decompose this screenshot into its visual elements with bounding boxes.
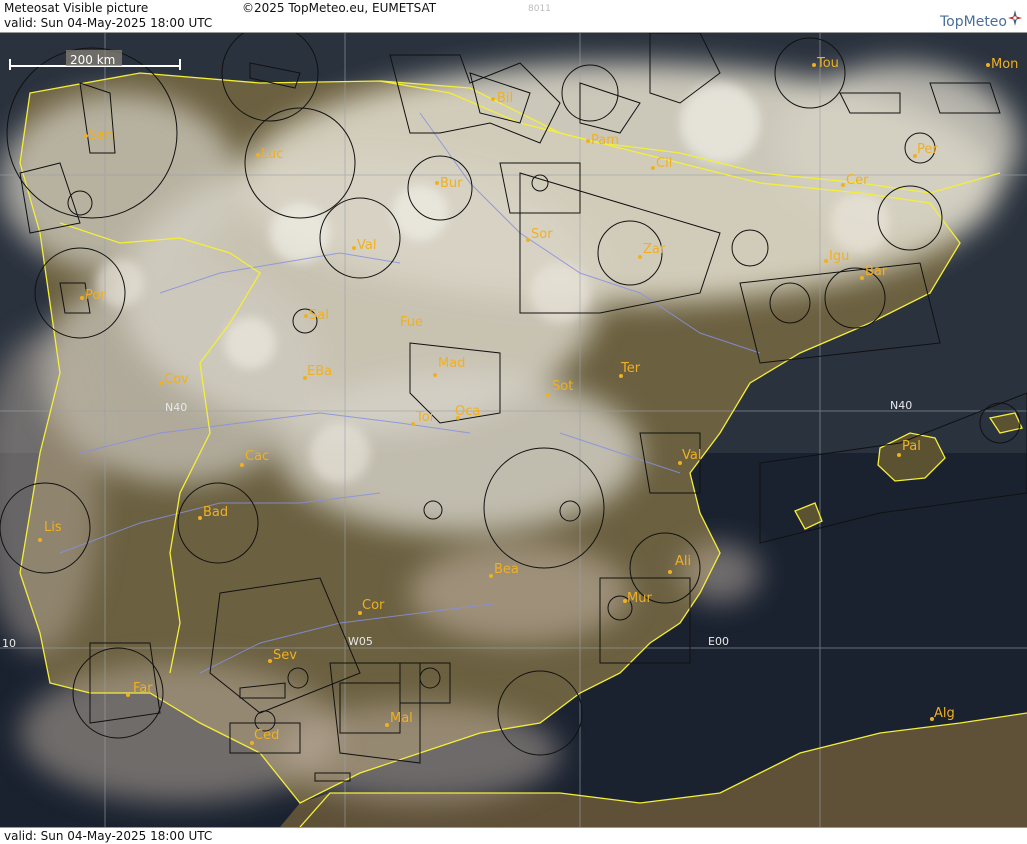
image-code: 8011: [528, 4, 551, 14]
city-label-val-coast[interactable]: Val: [682, 448, 701, 463]
grid-label-lon: W05: [348, 635, 373, 648]
city-label-cer[interactable]: Cer: [846, 173, 869, 188]
grid-label-lon: 10: [2, 637, 16, 650]
city-label-luc[interactable]: Luc: [261, 147, 283, 162]
city-label-mad[interactable]: Mad: [438, 356, 465, 371]
city-label-mur[interactable]: Mur: [627, 591, 652, 606]
city-label-bil[interactable]: Bil: [497, 91, 513, 106]
brand-name[interactable]: TopMeteo: [940, 14, 1007, 30]
grid-label-lat: N40: [890, 399, 912, 412]
city-label-pal[interactable]: Pal: [902, 439, 921, 454]
city-label-lis[interactable]: Lis: [44, 520, 62, 535]
city-label-val[interactable]: Val: [357, 238, 376, 253]
city-label-ced[interactable]: Ced: [254, 728, 279, 743]
topmeteo-logo-icon: [1008, 10, 1022, 26]
city-label-sot[interactable]: Sot: [552, 379, 573, 394]
grid-label-lat: N40: [165, 401, 187, 414]
city-label-far[interactable]: Far: [133, 681, 153, 696]
satellite-map-svg: N40 N40 W05 E00 10 200 km Bil Tou Mon Sa…: [0, 33, 1027, 827]
city-label-mal[interactable]: Mal: [390, 711, 413, 726]
city-label-bad[interactable]: Bad: [203, 505, 228, 520]
city-label-bar[interactable]: Bar: [865, 264, 888, 279]
footer-valid-time: valid: Sun 04-May-2025 18:00 UTC: [4, 829, 213, 843]
city-label-ali[interactable]: Ali: [675, 554, 691, 569]
city-label-fue[interactable]: Fue: [400, 315, 423, 330]
city-label-cac[interactable]: Cac: [245, 449, 269, 464]
city-label-bea[interactable]: Bea: [494, 562, 519, 577]
city-label-tol[interactable]: Tol: [415, 410, 433, 425]
city-label-cil[interactable]: Cil: [656, 156, 672, 171]
grid-label-lon: E00: [708, 635, 729, 648]
city-label-bur[interactable]: Bur: [440, 176, 463, 191]
satellite-map[interactable]: N40 N40 W05 E00 10 200 km Bil Tou Mon Sa…: [0, 33, 1027, 827]
city-label-eba[interactable]: EBa: [307, 364, 332, 379]
city-label-pam[interactable]: Pam: [591, 133, 619, 148]
header-bar: Meteosat Visible picture valid: Sun 04-M…: [0, 0, 1027, 33]
city-label-per[interactable]: Per: [917, 142, 938, 157]
city-label-igu[interactable]: Igu: [829, 249, 849, 264]
city-label-cor[interactable]: Cor: [362, 598, 385, 613]
map-viewer: Meteosat Visible picture valid: Sun 04-M…: [0, 0, 1027, 844]
city-label-ter[interactable]: Ter: [620, 361, 641, 376]
city-label-oca[interactable]: Oca: [455, 404, 480, 419]
footer-bar: valid: Sun 04-May-2025 18:00 UTC: [0, 827, 1027, 844]
valid-time: valid: Sun 04-May-2025 18:00 UTC: [4, 16, 213, 30]
city-label-alg[interactable]: Alg: [934, 706, 955, 721]
city-label-san[interactable]: San: [89, 128, 113, 143]
city-label-mon[interactable]: Mon: [991, 57, 1018, 72]
image-title: Meteosat Visible picture: [4, 1, 149, 15]
city-label-cov[interactable]: Cov: [164, 372, 189, 387]
city-label-sev[interactable]: Sev: [273, 648, 297, 663]
city-label-por[interactable]: Por: [85, 288, 106, 303]
city-label-sor[interactable]: Sor: [531, 227, 553, 242]
copyright-notice: ©2025 TopMeteo.eu, EUMETSAT: [242, 1, 437, 15]
city-label-tou[interactable]: Tou: [816, 56, 839, 71]
scale-label: 200 km: [70, 53, 115, 67]
city-label-sal[interactable]: Sal: [309, 308, 329, 323]
city-label-zar[interactable]: Zar: [643, 242, 666, 257]
